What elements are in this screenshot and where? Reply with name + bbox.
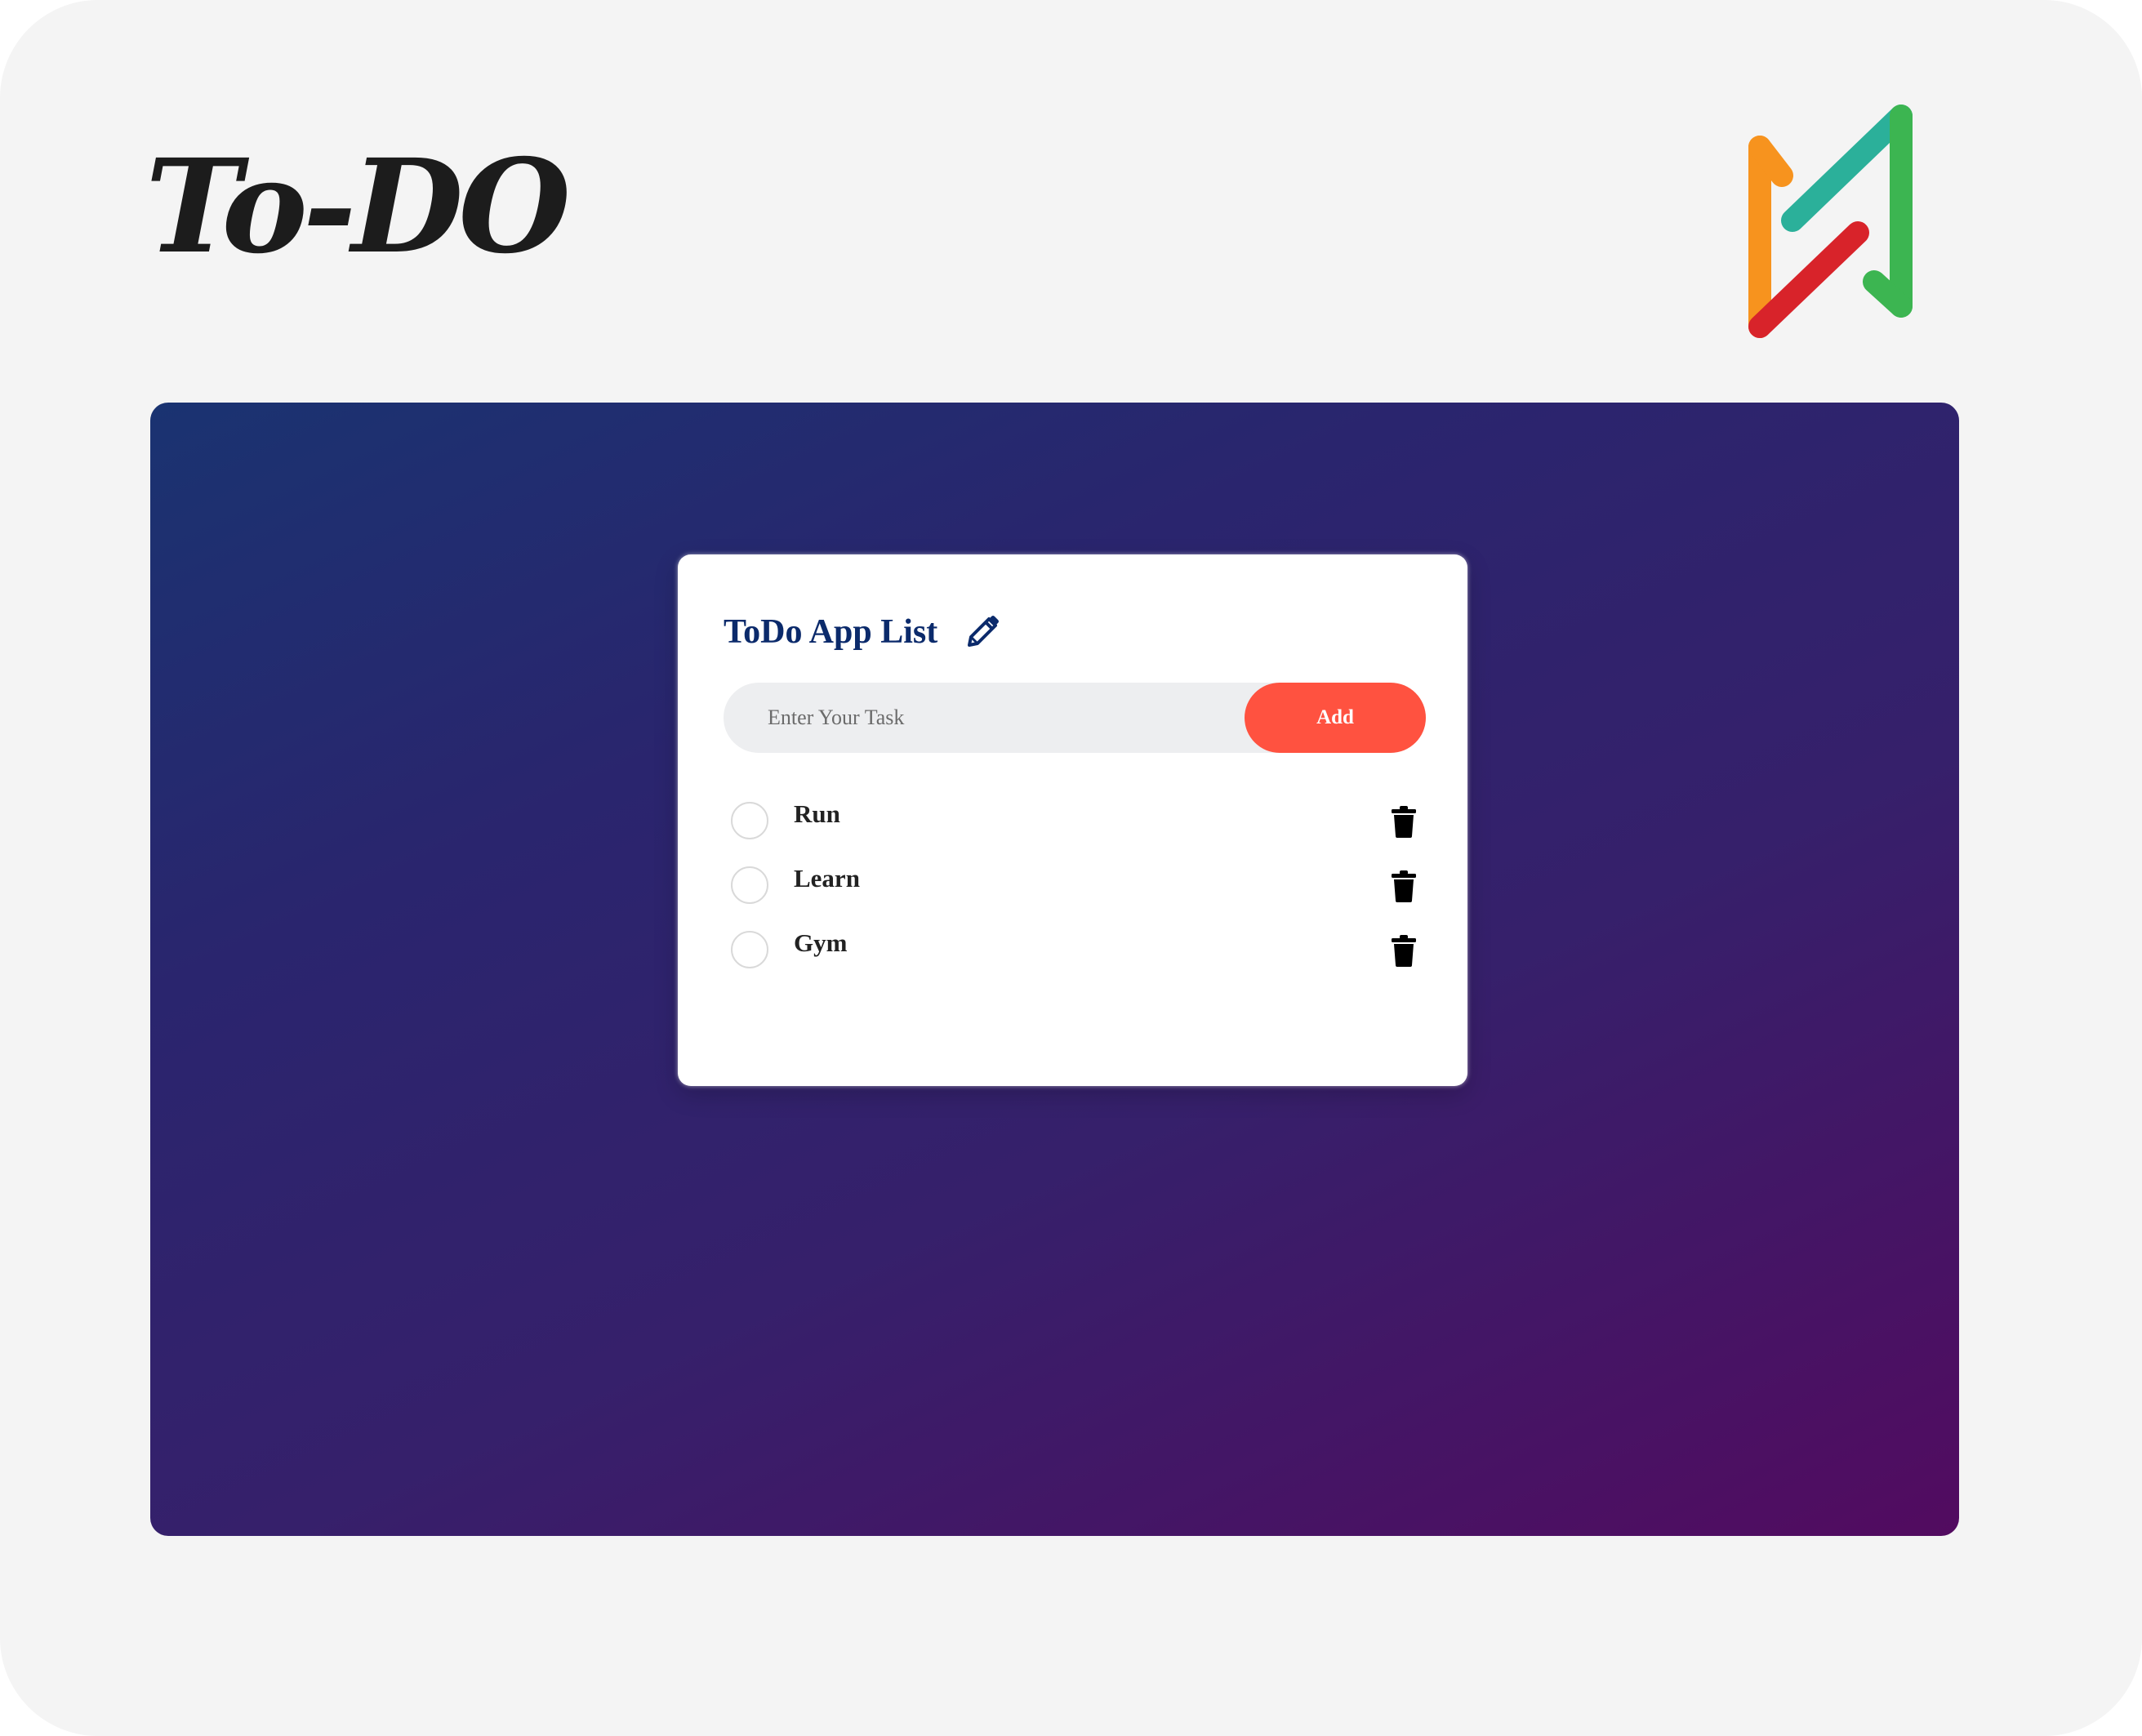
trash-icon[interactable] [1391, 805, 1417, 838]
pencil-icon [968, 616, 1000, 647]
todo-card: ToDo App List Add Run [678, 554, 1467, 1086]
trash-icon[interactable] [1391, 934, 1417, 967]
task-input-row: Add [724, 683, 1426, 753]
app-background: ToDo App List Add Run [150, 403, 1959, 1536]
task-item-gym[interactable]: Gym [731, 922, 1417, 986]
task-input[interactable] [724, 683, 1230, 753]
task-checkbox[interactable] [731, 866, 768, 904]
task-checkbox[interactable] [731, 802, 768, 839]
brand-logo-icon [1748, 105, 1913, 338]
task-list: Run Learn Gym [731, 793, 1417, 986]
task-label: Gym [794, 928, 848, 957]
task-label: Run [794, 799, 840, 828]
add-button[interactable]: Add [1245, 683, 1426, 753]
task-checkbox[interactable] [731, 931, 768, 968]
brand-title: To-DO [145, 131, 571, 283]
task-item-run[interactable]: Run [731, 793, 1417, 857]
card-header: ToDo App List [724, 612, 1003, 652]
card-title: ToDo App List [724, 613, 938, 651]
task-label: Learn [794, 864, 860, 892]
task-item-learn[interactable]: Learn [731, 857, 1417, 922]
trash-icon[interactable] [1391, 870, 1417, 902]
page-frame: To-DO ToDo App List Add [0, 0, 2142, 1736]
